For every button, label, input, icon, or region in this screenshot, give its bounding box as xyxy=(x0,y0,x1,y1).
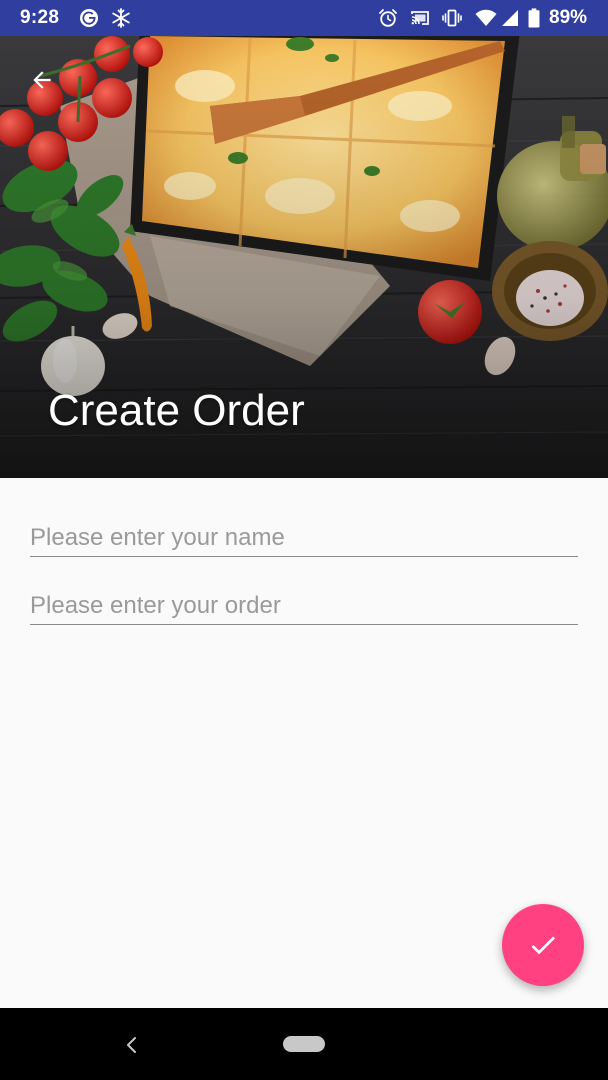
signal-icon xyxy=(502,10,518,26)
submit-order-fab[interactable] xyxy=(502,904,584,986)
alarm-icon xyxy=(379,9,397,27)
create-order-screen: 9:28 89% Create Order Please enter your … xyxy=(0,0,608,1080)
vibrate-icon xyxy=(442,9,462,27)
cast-icon xyxy=(411,11,429,25)
wifi-icon xyxy=(475,9,497,26)
header-image-area: Create Order xyxy=(0,36,608,478)
page-title: Create Order xyxy=(48,386,305,435)
order-input[interactable] xyxy=(30,592,578,620)
system-nav-bar xyxy=(0,1008,608,1080)
nav-back-button[interactable] xyxy=(116,1030,146,1060)
snowflake-icon xyxy=(112,8,130,28)
order-field-container xyxy=(30,568,578,625)
status-bar: 9:28 89% xyxy=(0,0,608,36)
name-input[interactable] xyxy=(30,524,578,552)
google-g-icon xyxy=(80,9,98,27)
arrow-back-icon xyxy=(33,71,51,89)
order-form xyxy=(30,500,578,636)
check-icon xyxy=(531,936,555,955)
battery-icon xyxy=(528,8,540,28)
back-button[interactable] xyxy=(18,56,66,104)
nav-home-pill[interactable] xyxy=(283,1036,325,1052)
status-time: 9:28 xyxy=(20,7,60,28)
nav-back-icon xyxy=(127,1037,136,1053)
battery-percent: 89% xyxy=(549,7,588,28)
name-field-container xyxy=(30,500,578,557)
